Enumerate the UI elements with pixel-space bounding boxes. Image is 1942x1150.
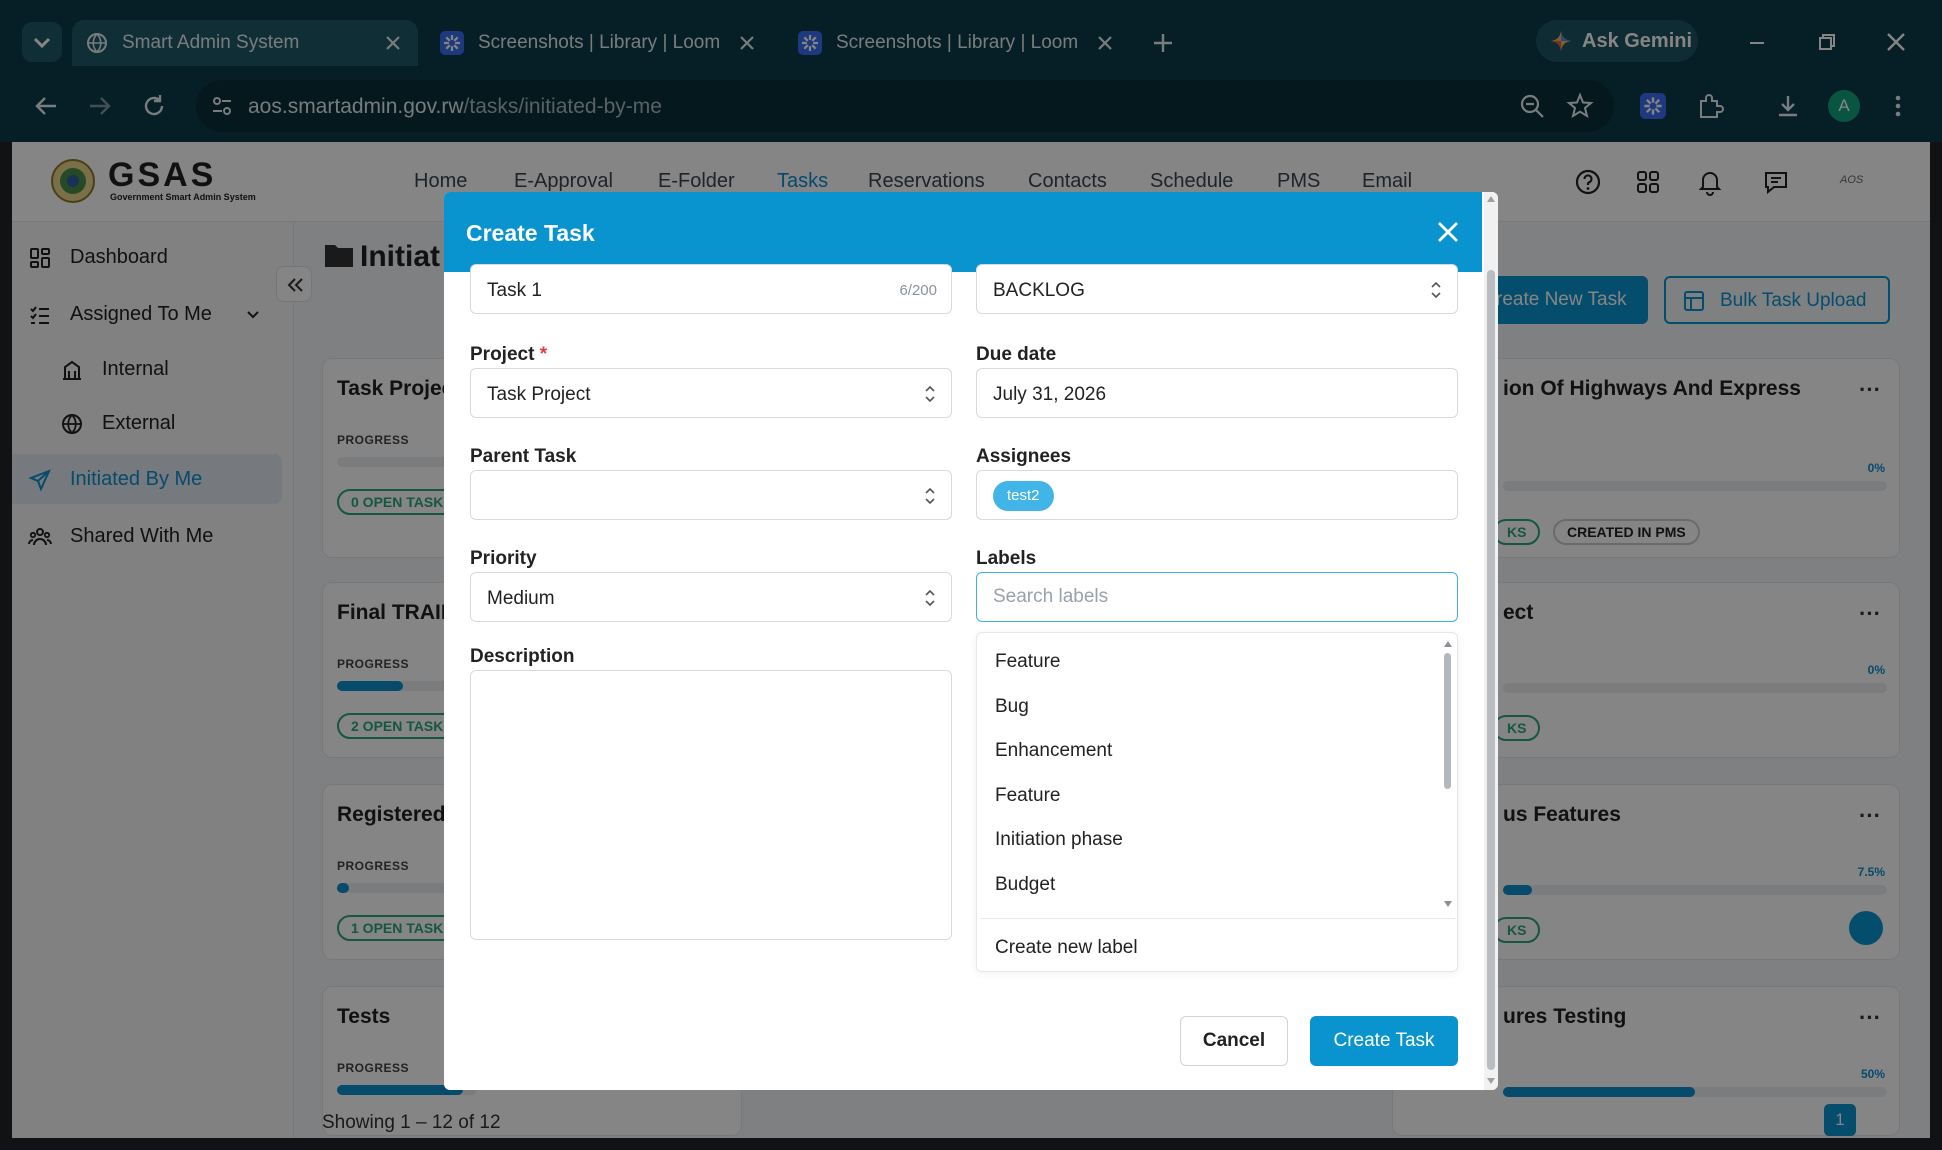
- assignees-label: Assignees: [976, 446, 1072, 467]
- labels-search-input[interactable]: [976, 572, 1458, 622]
- modal-scroll-thumb[interactable]: [1487, 270, 1495, 1070]
- required-mark: *: [539, 344, 548, 365]
- label-option-text: Budget: [995, 874, 1056, 895]
- label-option-text: Feature: [995, 651, 1061, 672]
- project-label: Project *: [470, 344, 547, 366]
- labels-dropdown: Feature Bug Enhancement Feature Initiati…: [976, 632, 1458, 972]
- labels-search-field[interactable]: [977, 573, 1457, 621]
- label-option[interactable]: Feature: [977, 773, 1437, 817]
- description-label: Description: [470, 646, 575, 667]
- select-arrows-icon: [1431, 281, 1441, 299]
- parent-task-label: Parent Task: [470, 446, 577, 467]
- due-date-input[interactable]: July 31, 2026: [976, 368, 1458, 418]
- description-textarea[interactable]: [470, 670, 952, 940]
- close-icon[interactable]: [1434, 218, 1462, 246]
- project-value: Task Project: [487, 384, 591, 405]
- due-date-label: Due date: [976, 344, 1057, 365]
- labels-label: Labels: [976, 548, 1037, 569]
- dropdown-scroll-thumb[interactable]: [1444, 653, 1451, 789]
- modal-header: Create Task: [444, 192, 1482, 272]
- priority-value: Medium: [487, 588, 555, 609]
- label-option-text: Initiation phase: [995, 829, 1123, 850]
- priority-label: Priority: [470, 548, 537, 569]
- label-option[interactable]: Bug: [977, 684, 1437, 728]
- task-name-value: Task 1: [487, 280, 542, 301]
- dropdown-scrollbar[interactable]: [1440, 639, 1456, 913]
- task-name-input[interactable]: Task 1 6/200: [470, 264, 952, 314]
- select-arrows-icon: [925, 487, 935, 505]
- scroll-down-arrow-icon[interactable]: [1487, 1078, 1495, 1084]
- label-option[interactable]: Feature: [977, 639, 1437, 683]
- label-option-text: Bug: [995, 696, 1029, 717]
- dropdown-divider: [981, 918, 1455, 919]
- due-date-value: July 31, 2026: [993, 384, 1107, 405]
- cancel-button[interactable]: Cancel: [1180, 1016, 1288, 1066]
- status-select[interactable]: BACKLOG: [976, 264, 1458, 314]
- scroll-down-arrow-icon[interactable]: [1444, 901, 1452, 907]
- label-option-text: Enhancement: [995, 740, 1113, 761]
- project-label-text: Project: [470, 344, 535, 365]
- label-option[interactable]: Enhancement: [977, 728, 1437, 772]
- scroll-up-arrow-icon[interactable]: [1444, 641, 1452, 647]
- status-value: BACKLOG: [993, 280, 1085, 301]
- priority-select[interactable]: Medium: [470, 572, 952, 622]
- assignees-input[interactable]: test2: [976, 470, 1458, 520]
- modal-scrollbar[interactable]: [1484, 192, 1498, 1090]
- create-new-label-text: Create new label: [995, 937, 1138, 958]
- assignee-chip[interactable]: test2: [993, 481, 1054, 511]
- parent-task-select[interactable]: [470, 470, 952, 520]
- select-arrows-icon: [925, 385, 935, 403]
- project-select[interactable]: Task Project: [470, 368, 952, 418]
- label-option[interactable]: Initiation phase: [977, 817, 1437, 861]
- create-new-label-option[interactable]: Create new label: [977, 923, 1457, 967]
- select-arrows-icon: [925, 589, 935, 607]
- char-counter: 6/200: [899, 282, 937, 299]
- create-task-modal: Create Task Task 1 6/200 BACKLOG Project…: [444, 192, 1498, 1090]
- label-option[interactable]: Budget: [977, 862, 1437, 906]
- scroll-up-arrow-icon[interactable]: [1487, 196, 1495, 202]
- create-task-button[interactable]: Create Task: [1310, 1016, 1458, 1066]
- label-option-text: Feature: [995, 785, 1061, 806]
- modal-title: Create Task: [466, 220, 595, 246]
